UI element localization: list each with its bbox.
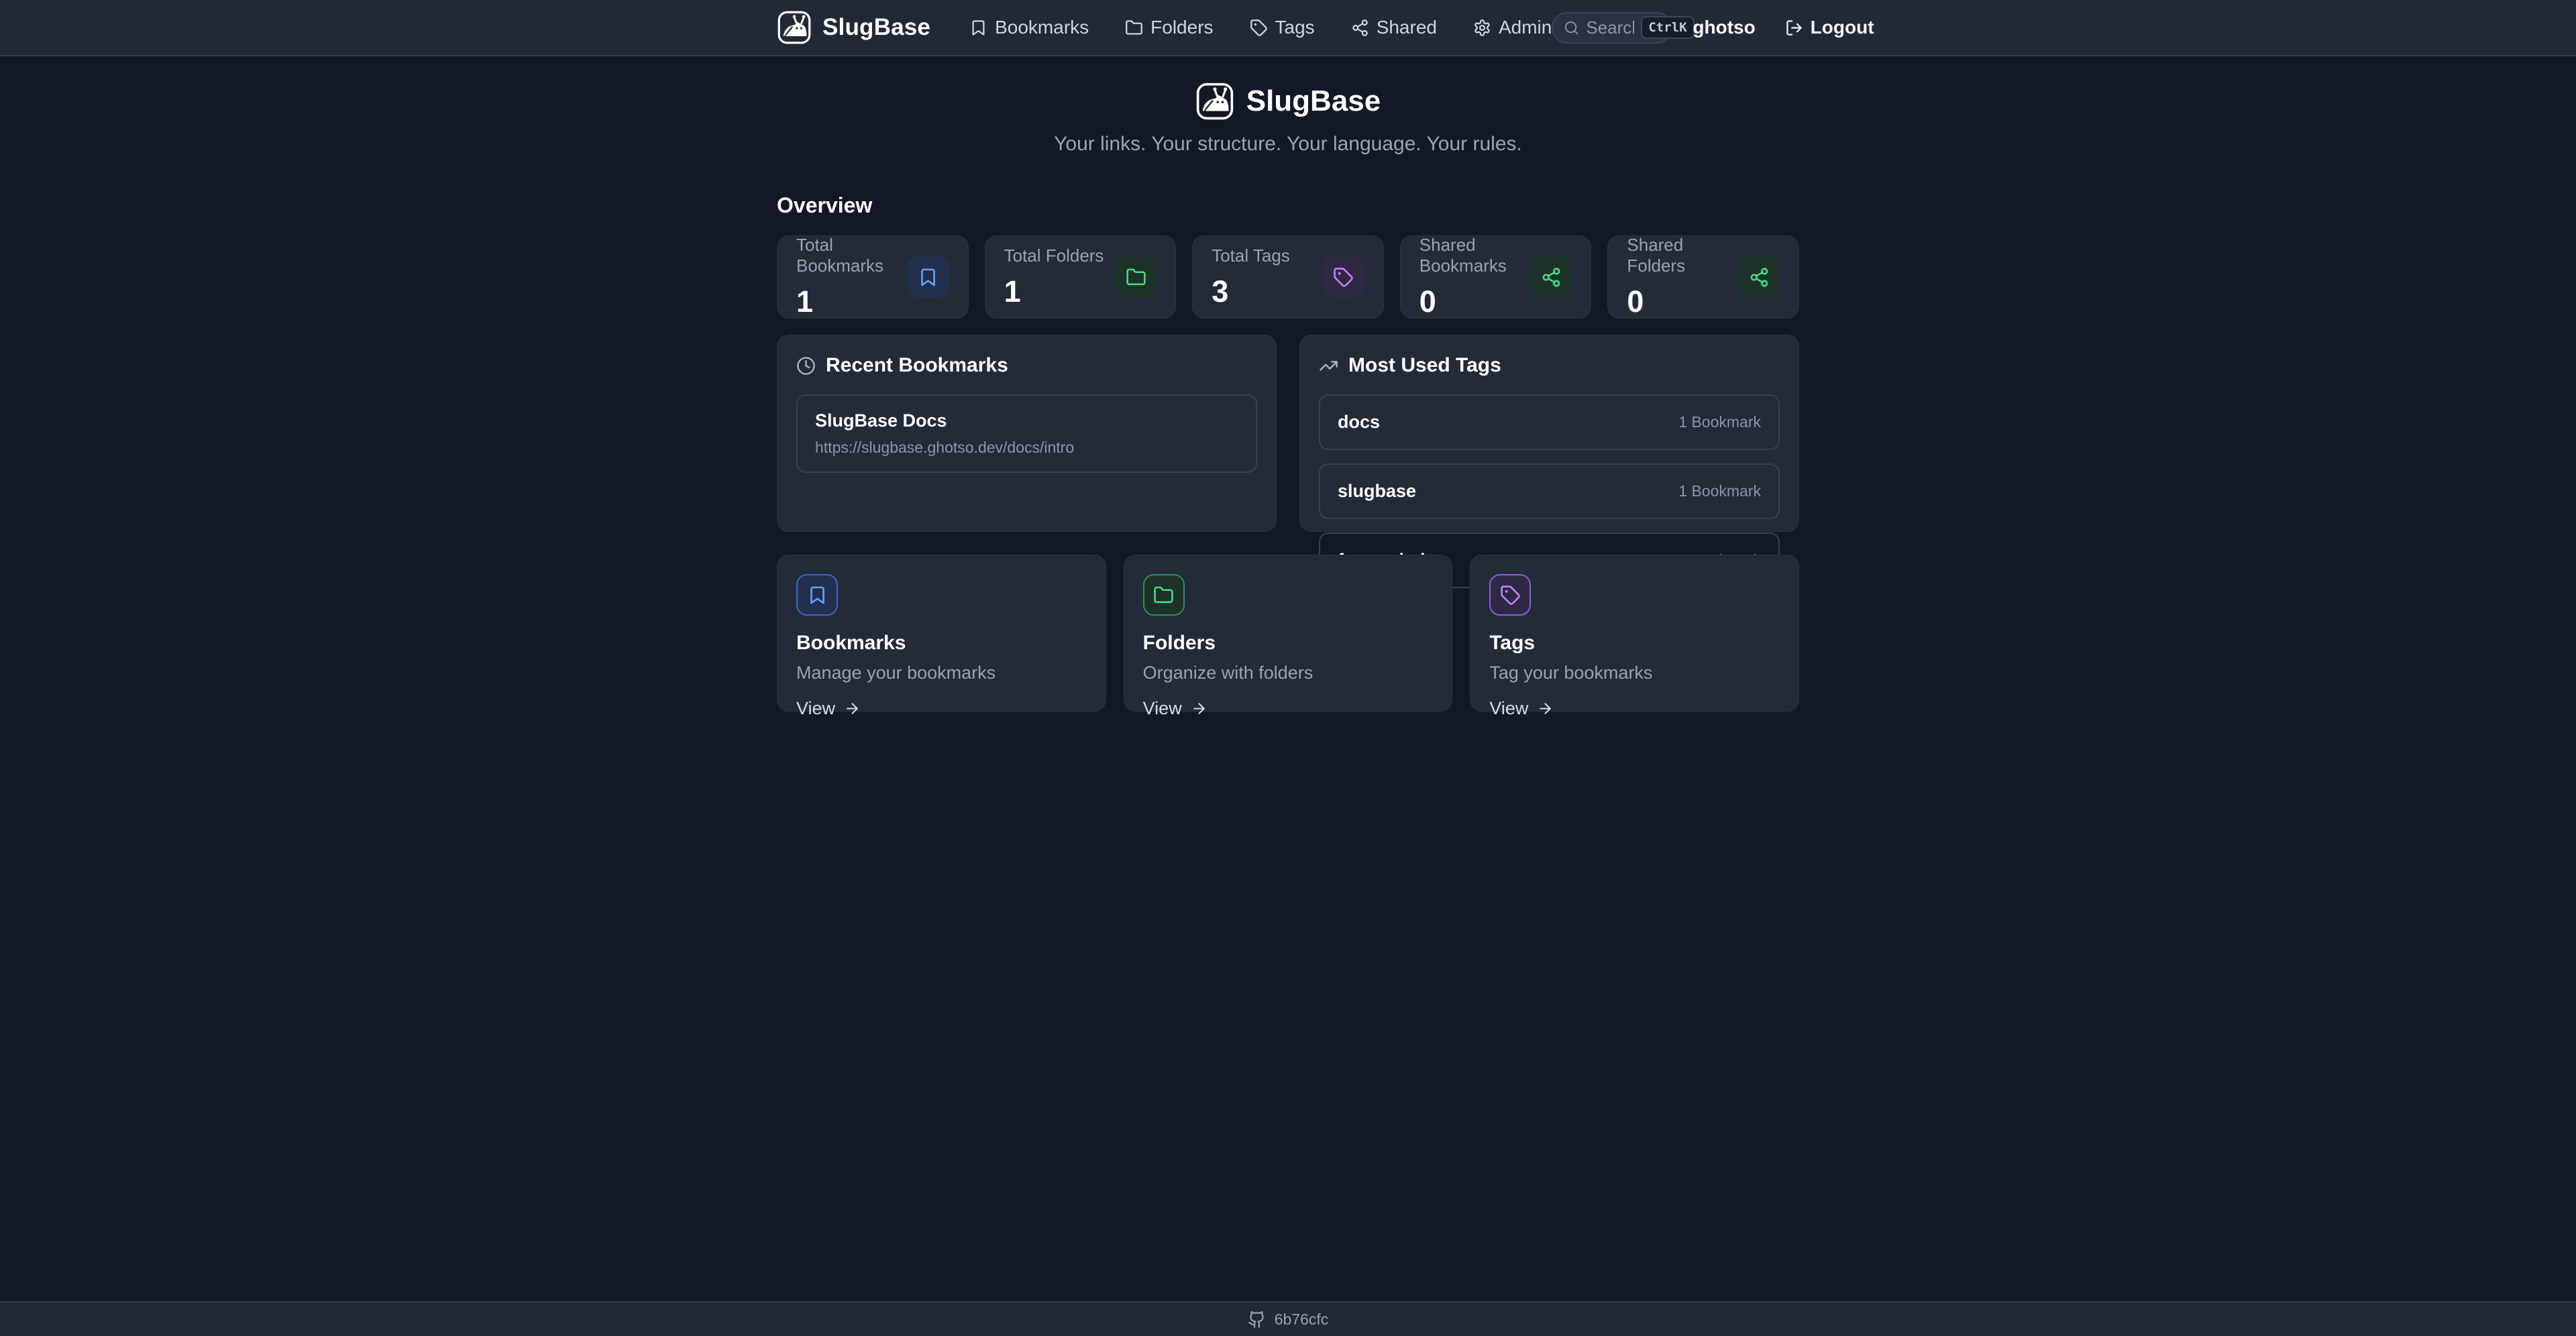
- search-input[interactable]: [1586, 17, 1634, 38]
- footer: 6b76cfc: [0, 1301, 2576, 1336]
- most-used-tags-panel: Most Used Tags docs 1 Bookmark slugbase …: [1299, 335, 1799, 532]
- stat-card-shared-bookmarks: Shared Bookmarks 0: [1400, 235, 1592, 319]
- recent-bookmarks-panel: Recent Bookmarks SlugBase Docs https://s…: [777, 335, 1277, 532]
- stat-card-total-folders: Total Folders 1: [985, 235, 1177, 319]
- folder-icon: [1115, 256, 1157, 298]
- tag-count: 1 Bookmark: [1678, 413, 1761, 431]
- arrow-right-icon: [1191, 700, 1208, 717]
- nav-right: CtrlK ghotso Logout: [1552, 12, 1874, 44]
- logout-icon: [1785, 19, 1803, 37]
- bookmark-url: https://slugbase.ghotso.dev/docs/intro: [815, 439, 1238, 457]
- share-icon: [1738, 256, 1780, 298]
- stat-label: Total Tags: [1212, 245, 1290, 266]
- tag-count: 1 Bookmark: [1678, 482, 1761, 500]
- version-hash: 6b76cfc: [1275, 1311, 1329, 1329]
- share-icon: [1351, 19, 1369, 37]
- panels-row: Recent Bookmarks SlugBase Docs https://s…: [777, 335, 1799, 532]
- tagline: Your links. Your structure. Your languag…: [0, 133, 2576, 156]
- top-nav: SlugBase Bookmarks Folders Tags Shared A…: [0, 0, 2576, 56]
- feature-title: Folders: [1143, 632, 1434, 655]
- view-tags-link[interactable]: View: [1489, 698, 1554, 719]
- nav-item-folders[interactable]: Folders: [1125, 17, 1213, 38]
- page-title: SlugBase: [1246, 85, 1381, 118]
- feature-description: Tag your bookmarks: [1489, 663, 1780, 683]
- stat-value: 3: [1212, 274, 1290, 309]
- arrow-right-icon: [1537, 700, 1554, 717]
- nav-links: Bookmarks Folders Tags Shared Admin: [969, 17, 1552, 38]
- github-icon[interactable]: [1248, 1311, 1266, 1329]
- stat-label: Shared Folders: [1627, 235, 1738, 276]
- feature-card-folders: Folders Organize with folders View: [1124, 555, 1453, 712]
- nav-item-bookmarks[interactable]: Bookmarks: [969, 17, 1089, 38]
- stat-card-total-bookmarks: Total Bookmarks 1: [777, 235, 969, 319]
- stat-value: 1: [1004, 274, 1104, 309]
- gear-icon: [1473, 19, 1491, 37]
- stat-card-total-tags: Total Tags 3: [1192, 235, 1384, 319]
- tag-icon: [1250, 19, 1268, 37]
- tag-icon: [1489, 574, 1531, 616]
- feature-card-bookmarks: Bookmarks Manage your bookmarks View: [777, 555, 1106, 712]
- bookmark-title: SlugBase Docs: [815, 410, 1238, 431]
- nav-item-shared[interactable]: Shared: [1351, 17, 1437, 38]
- bookmark-list-item[interactable]: SlugBase Docs https://slugbase.ghotso.de…: [796, 394, 1257, 473]
- arrow-right-icon: [844, 700, 861, 717]
- tag-list-item[interactable]: slugbase 1 Bookmark: [1319, 463, 1780, 519]
- tag-name: slugbase: [1338, 481, 1416, 502]
- nav-item-tags[interactable]: Tags: [1250, 17, 1315, 38]
- tag-list-item[interactable]: docs 1 Bookmark: [1319, 394, 1780, 450]
- slugbase-logo-icon: [1195, 82, 1234, 121]
- folder-icon: [1125, 19, 1143, 37]
- stat-label: Shared Bookmarks: [1419, 235, 1531, 276]
- stats-grid: Total Bookmarks 1 Total Folders 1 Total …: [777, 235, 1799, 319]
- nav-item-label: Shared: [1377, 17, 1437, 38]
- panel-title: Most Used Tags: [1348, 354, 1501, 377]
- nav-item-label: Tags: [1275, 17, 1315, 38]
- bookmark-icon: [969, 19, 987, 37]
- feature-title: Tags: [1489, 632, 1780, 655]
- bookmark-icon: [908, 256, 949, 298]
- slugbase-logo-icon: [777, 10, 812, 45]
- user-menu[interactable]: ghotso: [1693, 17, 1755, 38]
- view-label: View: [1143, 698, 1182, 719]
- tag-icon: [1323, 256, 1364, 298]
- feature-title: Bookmarks: [796, 632, 1087, 655]
- brand-title: SlugBase: [822, 14, 930, 41]
- view-label: View: [796, 698, 835, 719]
- share-icon: [1530, 256, 1572, 298]
- brand-home-link[interactable]: SlugBase: [777, 10, 930, 45]
- stat-value: 0: [1419, 284, 1531, 319]
- feature-description: Manage your bookmarks: [796, 663, 1087, 683]
- view-folders-link[interactable]: View: [1143, 698, 1208, 719]
- nav-item-label: Bookmarks: [995, 17, 1089, 38]
- hero: SlugBase: [0, 82, 2576, 121]
- logout-button[interactable]: Logout: [1785, 17, 1874, 38]
- stat-value: 0: [1627, 284, 1738, 319]
- bookmark-icon: [796, 574, 838, 616]
- search-box[interactable]: CtrlK: [1552, 12, 1672, 44]
- stat-value: 1: [796, 284, 908, 319]
- feature-cards-row: Bookmarks Manage your bookmarks View Fol…: [777, 555, 1799, 712]
- feature-card-tags: Tags Tag your bookmarks View: [1470, 555, 1799, 712]
- nav-item-label: Folders: [1150, 17, 1213, 38]
- nav-item-label: Admin: [1499, 17, 1552, 38]
- search-shortcut-kbd: CtrlK: [1641, 16, 1694, 39]
- view-bookmarks-link[interactable]: View: [796, 698, 861, 719]
- clock-icon: [796, 356, 816, 376]
- folder-icon: [1143, 574, 1185, 616]
- feature-description: Organize with folders: [1143, 663, 1434, 683]
- stat-label: Total Bookmarks: [796, 235, 908, 276]
- stat-card-shared-folders: Shared Folders 0: [1607, 235, 1799, 319]
- overview-heading: Overview: [777, 193, 1799, 218]
- view-label: View: [1489, 698, 1528, 719]
- tag-name: docs: [1338, 412, 1380, 433]
- panel-title: Recent Bookmarks: [826, 354, 1008, 377]
- logout-label: Logout: [1811, 17, 1874, 38]
- stat-label: Total Folders: [1004, 245, 1104, 266]
- nav-item-admin[interactable]: Admin: [1473, 17, 1552, 38]
- trending-up-icon: [1319, 356, 1338, 376]
- search-icon: [1564, 20, 1579, 36]
